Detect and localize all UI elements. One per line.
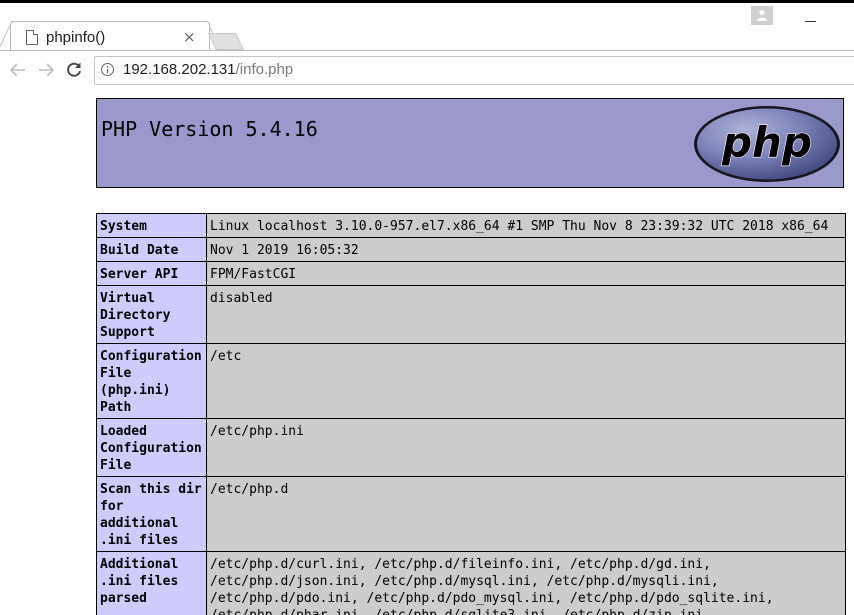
back-button[interactable] bbox=[7, 59, 29, 81]
table-row: Virtual Directory Support disabled bbox=[96, 285, 846, 344]
back-arrow-icon bbox=[9, 63, 25, 77]
row-value: Nov 1 2019 16:05:32 bbox=[206, 237, 846, 262]
browser-toolbar: 192.168.202.131/info.php bbox=[0, 50, 854, 90]
row-label: Scan this dir for additional .ini files bbox=[96, 476, 207, 552]
reload-button[interactable] bbox=[63, 59, 85, 81]
row-label: Configuration File (php.ini) Path bbox=[96, 343, 207, 419]
page-icon bbox=[26, 30, 38, 45]
table-row: Scan this dir for additional .ini files … bbox=[96, 476, 846, 552]
row-label: Build Date bbox=[96, 237, 207, 262]
tab-strip: phpinfo() × bbox=[0, 3, 854, 54]
table-row: Additional .ini files parsed /etc/php.d/… bbox=[96, 551, 846, 615]
table-row: Server API FPM/FastCGI bbox=[96, 261, 846, 286]
php-logo[interactable]: php bbox=[693, 105, 841, 183]
row-label: System bbox=[96, 213, 207, 238]
table-row: Build Date Nov 1 2019 16:05:32 bbox=[96, 237, 846, 262]
row-value: FPM/FastCGI bbox=[206, 261, 846, 286]
table-row: Loaded Configuration File /etc/php.ini bbox=[96, 418, 846, 477]
row-label: Virtual Directory Support bbox=[96, 285, 207, 344]
browser-window: phpinfo() × 192.168.202.131/info.php PHP… bbox=[0, 0, 854, 615]
minimize-button[interactable] bbox=[796, 6, 826, 26]
person-icon bbox=[757, 10, 767, 21]
close-icon[interactable]: × bbox=[183, 28, 196, 46]
php-header: PHP Version 5.4.16 php bbox=[96, 98, 844, 188]
row-value: disabled bbox=[206, 285, 846, 344]
php-logo-text: php bbox=[721, 118, 812, 167]
row-value: /etc/php.d/curl.ini, /etc/php.d/fileinfo… bbox=[206, 551, 846, 615]
profile-button[interactable] bbox=[751, 6, 773, 25]
reload-icon bbox=[67, 62, 81, 77]
page-title: PHP Version 5.4.16 bbox=[101, 117, 318, 141]
forward-button[interactable] bbox=[35, 59, 57, 81]
tab-title: phpinfo() bbox=[46, 29, 106, 46]
row-label: Additional .ini files parsed bbox=[96, 551, 207, 615]
table-row: System Linux localhost 3.10.0-957.el7.x8… bbox=[96, 213, 846, 238]
url-text[interactable]: 192.168.202.131/info.php bbox=[123, 61, 293, 78]
page-content: PHP Version 5.4.16 php System Linux loca… bbox=[0, 89, 854, 615]
forward-arrow-icon bbox=[39, 63, 55, 77]
row-value: Linux localhost 3.10.0-957.el7.x86_64 #1… bbox=[206, 213, 846, 238]
row-label: Loaded Configuration File bbox=[96, 418, 207, 477]
row-value: /etc/php.ini bbox=[206, 418, 846, 477]
info-icon[interactable] bbox=[101, 63, 114, 76]
address-bar[interactable]: 192.168.202.131/info.php bbox=[94, 56, 854, 85]
table-row: Configuration File (php.ini) Path /etc bbox=[96, 343, 846, 419]
row-label: Server API bbox=[96, 261, 207, 286]
url-host: 192.168.202.131 bbox=[123, 61, 236, 78]
row-value: /etc bbox=[206, 343, 846, 419]
row-value: /etc/php.d bbox=[206, 476, 846, 552]
url-path: /info.php bbox=[235, 61, 294, 78]
php-info-table: System Linux localhost 3.10.0-957.el7.x8… bbox=[96, 213, 846, 615]
